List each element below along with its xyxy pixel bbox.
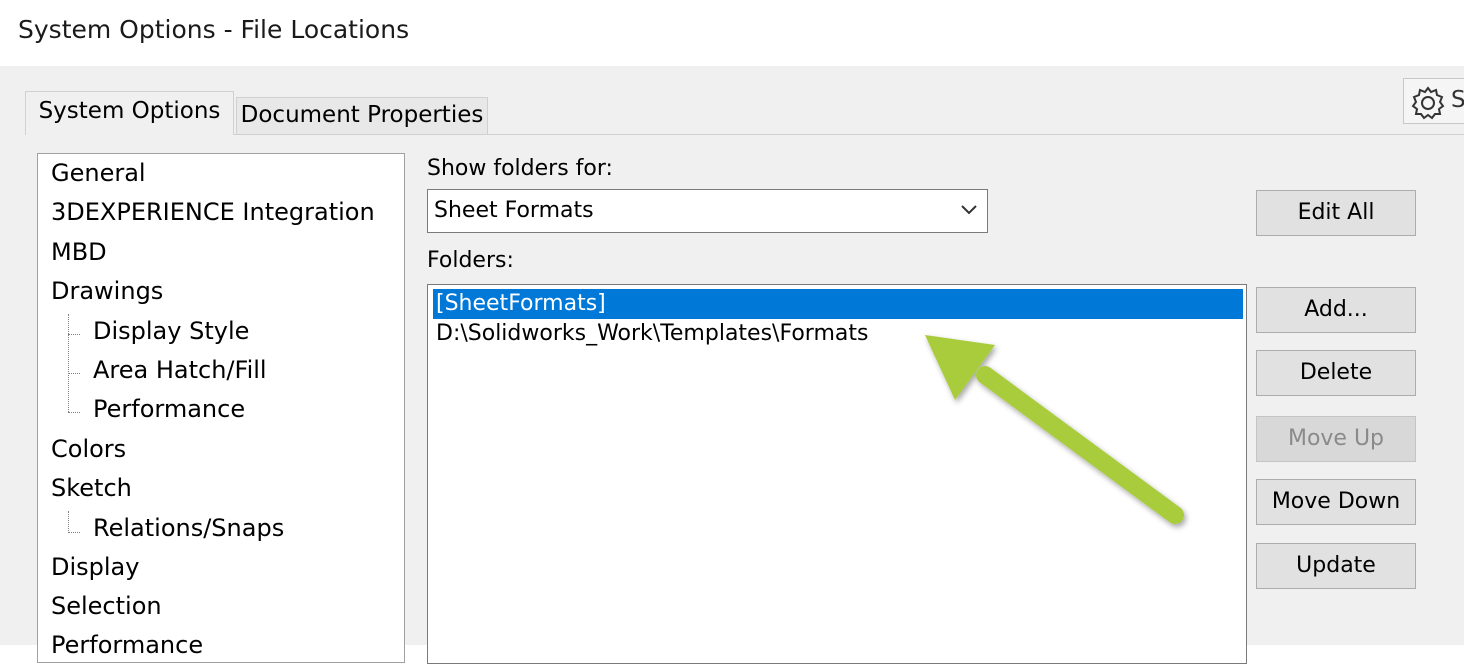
tree-connector: [68, 511, 69, 533]
tree-item-relations-snaps[interactable]: Relations/Snaps: [93, 514, 284, 542]
window-title: System Options - File Locations: [18, 15, 410, 44]
tab-document-properties[interactable]: Document Properties: [236, 97, 488, 134]
list-item[interactable]: [SheetFormats]: [433, 289, 1243, 319]
show-folders-label: Show folders for:: [427, 156, 613, 181]
show-folders-dropdown[interactable]: Sheet Formats: [427, 189, 988, 233]
tree-item-display[interactable]: Display: [51, 553, 139, 581]
tree-item-drawings-performance[interactable]: Performance: [93, 395, 245, 423]
tree-item-drawings[interactable]: Drawings: [51, 277, 163, 305]
settings-button-label: S: [1451, 87, 1464, 113]
tree-item-performance[interactable]: Performance: [51, 631, 203, 659]
tree-item-display-style[interactable]: Display Style: [93, 317, 249, 345]
chevron-down-icon: [961, 205, 977, 215]
update-button[interactable]: Update: [1256, 543, 1416, 589]
tree-connector: [68, 412, 80, 413]
tree-item-colors[interactable]: Colors: [51, 435, 126, 463]
tree-connector: [68, 314, 69, 412]
annotation-arrow-icon: [925, 335, 1184, 524]
tree-connector: [68, 373, 80, 374]
tree-connector: [68, 532, 80, 533]
delete-button[interactable]: Delete: [1256, 350, 1416, 396]
settings-button[interactable]: S: [1403, 78, 1464, 124]
gear-icon: [1411, 86, 1445, 120]
tree-item-mbd[interactable]: MBD: [51, 238, 107, 266]
move-up-button[interactable]: Move Up: [1256, 416, 1416, 462]
edit-all-button[interactable]: Edit All: [1256, 190, 1416, 236]
title-bar: System Options - File Locations: [0, 0, 1464, 66]
move-down-button[interactable]: Move Down: [1256, 479, 1416, 525]
show-folders-selected: Sheet Formats: [434, 198, 594, 223]
tree-item-sketch[interactable]: Sketch: [51, 474, 132, 502]
tab-system-options[interactable]: System Options: [25, 91, 234, 135]
folders-label: Folders:: [427, 248, 514, 273]
tree-item-area-hatch-fill[interactable]: Area Hatch/Fill: [93, 356, 267, 384]
options-tree[interactable]: General 3DEXPERIENCE Integration MBD Dra…: [37, 153, 405, 663]
tree-item-3dexperience-integration[interactable]: 3DEXPERIENCE Integration: [51, 198, 375, 226]
tree-item-general[interactable]: General: [51, 159, 146, 187]
tab-panel-divider: [25, 134, 1464, 135]
tree-item-selection[interactable]: Selection: [51, 592, 162, 620]
add-button[interactable]: Add...: [1256, 287, 1416, 333]
tree-connector: [68, 334, 80, 335]
